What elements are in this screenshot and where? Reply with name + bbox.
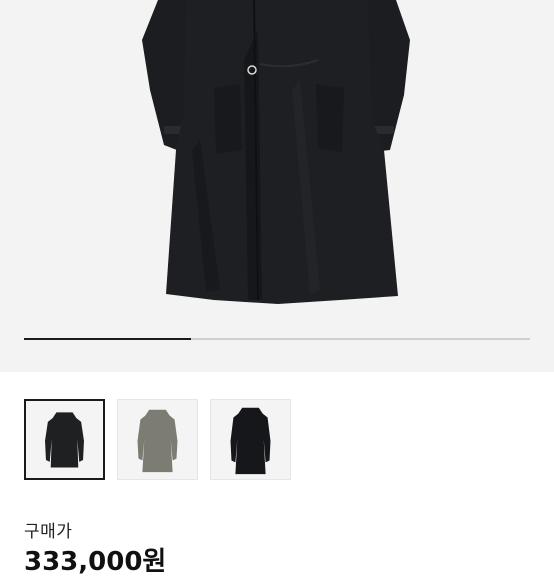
main-product-image xyxy=(142,0,410,304)
thumbnail-3[interactable] xyxy=(210,399,291,480)
coat-silhouette xyxy=(45,412,84,468)
gallery-progress-bar xyxy=(24,338,530,340)
gallery-progress-fill xyxy=(24,338,191,340)
coat-black-long-thumbnail-image xyxy=(230,407,271,475)
coat-silhouette xyxy=(230,407,271,475)
coat-olive-thumbnail-image xyxy=(137,409,178,473)
product-image-area[interactable] xyxy=(0,0,554,372)
price-value: 333,000원 xyxy=(24,547,167,577)
coat-black-thumbnail-image xyxy=(45,412,84,468)
coat-silhouette xyxy=(137,409,178,473)
price-label: 구매가 xyxy=(24,522,73,542)
thumbnail-strip xyxy=(24,399,291,480)
thumbnail-2[interactable] xyxy=(117,399,198,480)
thumbnail-1[interactable] xyxy=(24,399,105,480)
